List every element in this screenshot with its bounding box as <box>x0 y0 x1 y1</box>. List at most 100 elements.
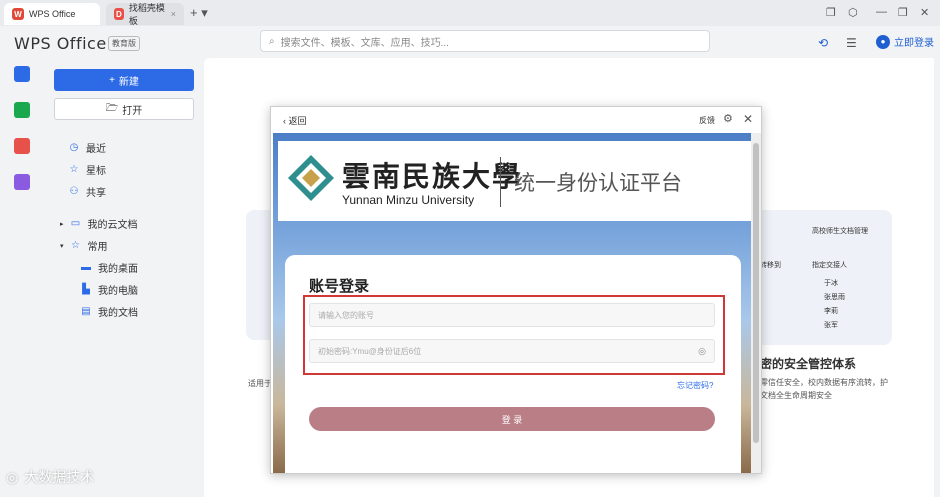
person-name: 张思雨 <box>824 294 845 301</box>
tree-label: 我的电脑 <box>98 286 138 297</box>
password-input[interactable]: 初始密码:Ymu@身份证后6位 ◎ <box>309 339 715 363</box>
brand-name: WPS Office <box>14 34 107 53</box>
sheet-icon[interactable] <box>14 102 30 118</box>
web-view: 雲南民族大學 Yunnan Minzu University 统一身份认证平台 … <box>273 133 751 473</box>
promo-card-right: 高校师生文档管理 转移到 指定交接人 于冰 张思雨 李莉 张军 <box>752 210 892 345</box>
star-icon: ☆ <box>69 164 79 175</box>
back-label: 返回 <box>288 116 307 126</box>
account-input[interactable]: 请输入您的账号 <box>309 303 715 327</box>
cube-icon[interactable]: ⬡ <box>848 6 858 19</box>
platform-title: 统一身份认证平台 <box>514 172 682 195</box>
menu-icon[interactable]: ☰ <box>846 36 857 50</box>
open-button[interactable]: 🗁 打开 <box>54 98 194 120</box>
card-header: 高校师生文档管理 <box>812 228 868 235</box>
tab-label: 找稻壳模板 <box>128 3 165 26</box>
university-name-en: Yunnan Minzu University <box>342 193 475 207</box>
login-title: 账号登录 <box>309 278 370 295</box>
docs-icon[interactable] <box>14 66 30 82</box>
feature-title: 密的安全管控体系 <box>760 357 857 371</box>
clock-icon: ◷ <box>69 142 79 153</box>
login-label: 立即登录 <box>894 38 934 49</box>
app-header: WPS Office 教育版 ⌕ 搜索文件、模板、文库、应用、技巧... ⟲ ☰… <box>0 26 940 58</box>
tree-documents[interactable]: ▤ 我的文档 <box>80 304 138 319</box>
divider <box>500 157 501 207</box>
share-icon: ⚇ <box>69 186 79 197</box>
chevron-down-icon: ▾ <box>60 242 64 250</box>
scrollbar-thumb[interactable] <box>753 143 759 443</box>
tree-label: 常用 <box>87 242 108 253</box>
sidebar-item-label: 共享 <box>86 188 106 199</box>
sidebar-item-shared[interactable]: ⚇ 共享 <box>68 184 106 199</box>
watermark: ◎ 大数据技术 <box>6 467 94 487</box>
tree-cloud-docs[interactable]: ▸ ▭ 我的云文档 <box>60 216 138 231</box>
gear-icon[interactable]: ⚙ <box>723 112 733 125</box>
document-icon: ▤ <box>81 306 91 317</box>
feedback-button[interactable]: 反馈 <box>699 115 715 126</box>
search-placeholder: 搜索文件、模板、文库、应用、技巧... <box>280 37 449 49</box>
sidebar-item-recent[interactable]: ◷ 最近 <box>68 140 106 155</box>
eye-off-icon[interactable]: ◎ <box>698 346 706 357</box>
new-button[interactable]: + 新建 <box>54 69 194 91</box>
card-item: 转移到 <box>760 262 781 269</box>
person-name: 于冰 <box>824 280 838 287</box>
avatar-icon: ● <box>876 34 890 49</box>
sidebar-item-label: 星标 <box>86 166 106 177</box>
login-button[interactable]: ● 立即登录 <box>876 34 934 49</box>
pdf-icon[interactable] <box>14 138 30 154</box>
feature-subtitle: 零信任安全，校内数据有序流转，护文档全生命周期安全 <box>760 378 888 400</box>
password-placeholder: 初始密码:Ymu@身份证后6位 <box>318 346 422 356</box>
login-dialog: ‹ 返回 反馈 ⚙ ✕ 雲南民族大學 Yunnan Minzu Universi… <box>270 106 762 474</box>
edition-badge: 教育版 <box>108 36 140 51</box>
new-label: 新建 <box>118 76 139 88</box>
minimize-icon[interactable]: — <box>876 6 887 18</box>
title-bar: W WPS Office D 找稻壳模板 × + ▾ ❐ ⬡ — ❐ ✕ <box>0 0 940 26</box>
tree-desktop[interactable]: ▬ 我的桌面 <box>80 260 138 275</box>
tree-computer[interactable]: ▙ 我的电脑 <box>80 282 138 297</box>
left-text: 适用于 <box>248 379 272 388</box>
close-icon[interactable]: ✕ <box>743 112 753 126</box>
card-item: 指定交接人 <box>812 262 847 269</box>
tree-label: 我的桌面 <box>98 264 138 275</box>
login-submit-button[interactable]: 登 录 <box>309 407 715 431</box>
star-icon: ☆ <box>71 240 80 251</box>
desktop-icon: ▬ <box>81 262 91 273</box>
watermark-text: 大数据技术 <box>24 469 95 485</box>
back-button[interactable]: ‹ 返回 <box>283 114 307 127</box>
tab-label: WPS Office <box>29 9 76 19</box>
watermark-logo-icon: ◎ <box>6 468 19 485</box>
close-icon[interactable]: × <box>171 9 176 19</box>
account-placeholder: 请输入您的账号 <box>318 310 374 320</box>
search-input[interactable]: ⌕ 搜索文件、模板、文库、应用、技巧... <box>260 30 710 52</box>
forgot-password-link[interactable]: 忘记密码? <box>677 380 713 391</box>
close-window-icon[interactable]: ✕ <box>920 6 929 19</box>
restore-icon[interactable]: ❐ <box>898 6 908 19</box>
computer-icon: ▙ <box>82 284 90 295</box>
university-logo-icon <box>288 155 334 201</box>
sync-icon[interactable]: ⟲ <box>818 36 828 50</box>
new-tab-icon[interactable]: + ▾ <box>190 5 208 21</box>
open-label: 打开 <box>122 105 143 117</box>
dialog-bar: ‹ 返回 反馈 ⚙ ✕ <box>271 107 761 133</box>
plus-icon: + <box>109 74 115 86</box>
tab-wps-office[interactable]: W WPS Office <box>4 3 100 25</box>
person-name: 李莉 <box>824 308 838 315</box>
docer-logo-icon: D <box>114 8 124 20</box>
folder-icon: ▭ <box>70 218 81 229</box>
login-card: 账号登录 请输入您的账号 初始密码:Ymu@身份证后6位 ◎ 忘记密码? 登 录 <box>285 255 741 473</box>
sidebar-item-starred[interactable]: ☆ 星标 <box>68 162 106 177</box>
apps-icon[interactable] <box>14 174 30 190</box>
university-name-cn: 雲南民族大學 <box>342 160 523 193</box>
sidebar: + 新建 🗁 打开 ◷ 最近 ☆ 星标 ⚇ 共享 ▸ ▭ 我的云文档 ▾ ☆ 常用 ▬ 我的桌面 ▙… <box>44 58 204 497</box>
person-name: 张军 <box>824 322 838 329</box>
window-layout-icon[interactable]: ❐ <box>826 6 836 19</box>
chevron-right-icon: ▸ <box>60 220 64 228</box>
sidebar-item-label: 最近 <box>86 144 106 155</box>
search-icon: ⌕ <box>269 35 275 47</box>
tree-label: 我的文档 <box>98 308 138 319</box>
tree-common[interactable]: ▾ ☆ 常用 <box>60 238 108 253</box>
tab-template[interactable]: D 找稻壳模板 × <box>106 3 184 26</box>
folder-open-icon: 🗁 <box>105 102 119 114</box>
scrollbar[interactable] <box>751 133 761 473</box>
app-rail <box>0 58 44 497</box>
wps-logo-icon: W <box>12 8 24 20</box>
